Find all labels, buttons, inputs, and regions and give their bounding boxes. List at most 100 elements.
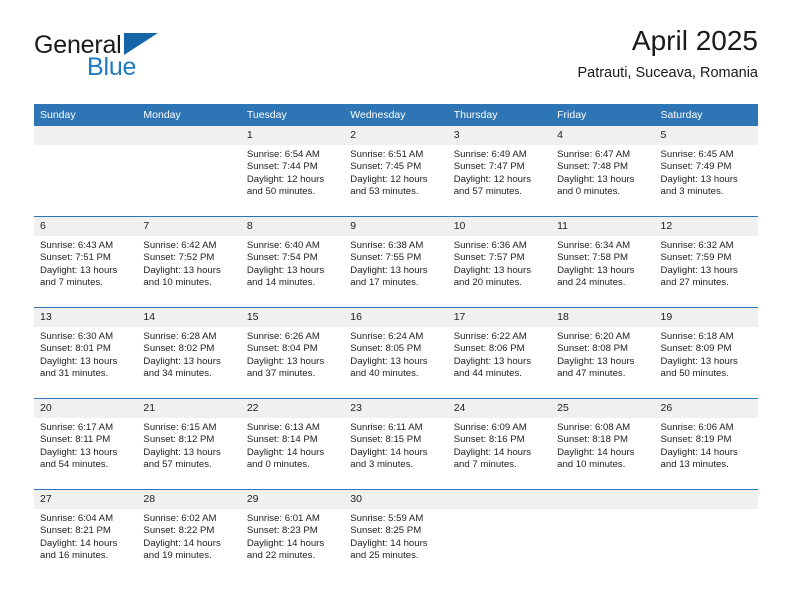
calendar-day-cell[interactable]: 21 Sunrise: 6:15 AM Sunset: 8:12 PM Dayligh… xyxy=(137,398,241,490)
day-number: 1 xyxy=(240,126,345,145)
daylight-line1-text: Daylight: 12 hours xyxy=(453,173,532,185)
day-cell-inner: 14 Sunrise: 6:28 AM Sunset: 8:02 PM Dayligh… xyxy=(137,308,241,398)
day-number: 27 xyxy=(34,490,138,509)
sunset-text: Sunset: 7:51 PM xyxy=(40,252,111,264)
daylight-line1-text: Daylight: 13 hours xyxy=(350,264,428,276)
sunset-text: Sunset: 8:14 PM xyxy=(246,434,318,446)
day-number: 25 xyxy=(551,399,655,418)
sunrise-text: Sunrise: 6:01 AM xyxy=(246,513,320,524)
daylight-line2-text: and 25 minutes. xyxy=(350,550,419,562)
sunset-text: Sunset: 7:45 PM xyxy=(350,161,422,173)
daylight-line2-text: and 0 minutes. xyxy=(246,459,310,471)
day-number: 7 xyxy=(137,217,241,236)
day-number: 11 xyxy=(551,217,655,236)
sunrise-text: Sunrise: 6:26 AM xyxy=(246,331,320,342)
calendar-week-row: 6 Sunrise: 6:43 AM Sunset: 7:51 PM Daylight… xyxy=(34,216,758,308)
general-blue-logo[interactable]: General Blue xyxy=(34,32,274,88)
calendar-day-cell[interactable]: 5 Sunrise: 6:45 AM Sunset: 7:49 PM Daylight… xyxy=(654,126,758,217)
sunset-text: Sunset: 8:12 PM xyxy=(143,434,215,446)
day-details: Sunrise: 6:49 AM Sunset: 7:47 PM Daylight:… xyxy=(448,145,551,199)
calendar-day-cell[interactable]: 18 Sunrise: 6:20 AM Sunset: 8:08 PM Dayligh… xyxy=(551,307,655,399)
weekday-header-sunday: Sunday xyxy=(34,104,138,126)
sunrise-text: Sunrise: 6:42 AM xyxy=(143,240,217,251)
calendar-day-cell[interactable]: 4 Sunrise: 6:47 AM Sunset: 7:48 PM Daylight… xyxy=(551,126,655,217)
daylight-line1-text: Daylight: 13 hours xyxy=(246,264,325,276)
daylight-line1-text: Daylight: 13 hours xyxy=(660,264,738,276)
calendar-day-cell[interactable]: 26 Sunrise: 6:06 AM Sunset: 8:19 PM Dayligh… xyxy=(654,398,758,490)
calendar-day-cell[interactable]: 27 Sunrise: 6:04 AM Sunset: 8:21 PM Dayligh… xyxy=(34,489,138,580)
day-number: 14 xyxy=(137,308,241,327)
daylight-line2-text: and 24 minutes. xyxy=(557,277,626,289)
calendar-day-cell[interactable]: 2 Sunrise: 6:51 AM Sunset: 7:45 PM Daylight… xyxy=(344,126,448,217)
calendar-day-cell-empty xyxy=(551,489,655,580)
daylight-line2-text: and 3 minutes. xyxy=(350,459,414,471)
calendar-day-cell[interactable]: 6 Sunrise: 6:43 AM Sunset: 7:51 PM Daylight… xyxy=(34,216,138,308)
daylight-line2-text: and 17 minutes. xyxy=(350,277,419,289)
calendar-day-cell[interactable]: 23 Sunrise: 6:11 AM Sunset: 8:15 PM Dayligh… xyxy=(344,398,448,490)
calendar-day-cell[interactable]: 8 Sunrise: 6:40 AM Sunset: 7:54 PM Daylight… xyxy=(240,216,345,308)
day-cell-inner: 28 Sunrise: 6:02 AM Sunset: 8:22 PM Dayligh… xyxy=(137,490,241,580)
day-cell-inner: 13 Sunrise: 6:30 AM Sunset: 8:01 PM Dayligh… xyxy=(34,308,138,398)
calendar-week-row: 27 Sunrise: 6:04 AM Sunset: 8:21 PM Dayligh… xyxy=(34,489,758,580)
calendar-week-row: 1 Sunrise: 6:54 AM Sunset: 7:44 PM Daylight… xyxy=(34,126,758,217)
day-number xyxy=(137,126,241,145)
daylight-line2-text: and 50 minutes. xyxy=(246,186,316,198)
calendar-day-cell[interactable]: 13 Sunrise: 6:30 AM Sunset: 8:01 PM Dayligh… xyxy=(34,307,138,399)
calendar-day-cell-empty xyxy=(34,126,138,217)
calendar-day-cell[interactable]: 19 Sunrise: 6:18 AM Sunset: 8:09 PM Dayligh… xyxy=(654,307,758,399)
day-details: Sunrise: 6:38 AM Sunset: 7:55 PM Daylight:… xyxy=(344,236,447,290)
day-cell-inner: 29 Sunrise: 6:01 AM Sunset: 8:23 PM Dayligh… xyxy=(240,490,345,580)
sunset-text: Sunset: 7:58 PM xyxy=(557,252,629,264)
sunset-text: Sunset: 8:05 PM xyxy=(350,343,422,355)
sunset-text: Sunset: 8:01 PM xyxy=(40,343,111,355)
calendar-day-cell[interactable]: 10 Sunrise: 6:36 AM Sunset: 7:57 PM Dayligh… xyxy=(447,216,552,308)
daylight-line1-text: Daylight: 13 hours xyxy=(557,264,635,276)
day-number: 3 xyxy=(447,126,552,145)
day-cell-inner: 12 Sunrise: 6:32 AM Sunset: 7:59 PM Dayligh… xyxy=(654,217,758,307)
calendar-day-cell[interactable]: 17 Sunrise: 6:22 AM Sunset: 8:06 PM Dayligh… xyxy=(447,307,552,399)
day-cell-inner xyxy=(137,126,241,216)
sunrise-text: Sunrise: 6:36 AM xyxy=(453,240,527,251)
calendar-day-cell[interactable]: 12 Sunrise: 6:32 AM Sunset: 7:59 PM Dayligh… xyxy=(654,216,758,308)
calendar-day-cell[interactable]: 7 Sunrise: 6:42 AM Sunset: 7:52 PM Daylight… xyxy=(137,216,241,308)
day-details: Sunrise: 6:45 AM Sunset: 7:49 PM Daylight:… xyxy=(655,145,758,199)
daylight-line2-text: and 50 minutes. xyxy=(660,368,729,380)
calendar-day-cell[interactable]: 28 Sunrise: 6:02 AM Sunset: 8:22 PM Dayligh… xyxy=(137,489,241,580)
day-number: 29 xyxy=(240,490,345,509)
day-details: Sunrise: 6:06 AM Sunset: 8:19 PM Daylight:… xyxy=(655,418,758,472)
sunrise-text: Sunrise: 6:40 AM xyxy=(246,240,320,251)
daylight-line1-text: Daylight: 14 hours xyxy=(350,537,428,549)
day-number xyxy=(447,490,552,509)
calendar-day-cell[interactable]: 11 Sunrise: 6:34 AM Sunset: 7:58 PM Dayligh… xyxy=(551,216,655,308)
calendar-day-cell[interactable]: 1 Sunrise: 6:54 AM Sunset: 7:44 PM Daylight… xyxy=(240,126,345,217)
day-number xyxy=(551,490,655,509)
calendar-day-cell[interactable]: 15 Sunrise: 6:26 AM Sunset: 8:04 PM Dayligh… xyxy=(240,307,345,399)
day-cell-inner xyxy=(447,490,552,580)
day-number: 15 xyxy=(240,308,345,327)
day-cell-inner: 10 Sunrise: 6:36 AM Sunset: 7:57 PM Dayligh… xyxy=(447,217,552,307)
daylight-line2-text: and 3 minutes. xyxy=(660,186,724,198)
calendar-day-cell[interactable]: 24 Sunrise: 6:09 AM Sunset: 8:16 PM Dayligh… xyxy=(447,398,552,490)
calendar-day-cell[interactable]: 9 Sunrise: 6:38 AM Sunset: 7:55 PM Daylight… xyxy=(344,216,448,308)
sunset-text: Sunset: 8:11 PM xyxy=(40,434,111,446)
calendar-day-cell[interactable]: 30 Sunrise: 5:59 AM Sunset: 8:25 PM Dayligh… xyxy=(344,489,448,580)
day-number: 23 xyxy=(344,399,448,418)
daylight-line2-text: and 19 minutes. xyxy=(143,550,212,562)
calendar-day-cell[interactable]: 20 Sunrise: 6:17 AM Sunset: 8:11 PM Dayligh… xyxy=(34,398,138,490)
sunrise-text: Sunrise: 6:20 AM xyxy=(557,331,631,342)
daylight-line2-text: and 27 minutes. xyxy=(660,277,729,289)
day-details: Sunrise: 6:43 AM Sunset: 7:51 PM Daylight:… xyxy=(34,236,137,290)
sunrise-text: Sunrise: 6:11 AM xyxy=(350,422,423,433)
calendar-day-cell[interactable]: 3 Sunrise: 6:49 AM Sunset: 7:47 PM Daylight… xyxy=(447,126,552,217)
weekday-header-tuesday: Tuesday xyxy=(240,104,345,126)
day-details: Sunrise: 6:47 AM Sunset: 7:48 PM Daylight:… xyxy=(551,145,654,199)
calendar-day-cell[interactable]: 29 Sunrise: 6:01 AM Sunset: 8:23 PM Dayligh… xyxy=(240,489,345,580)
calendar-day-cell[interactable]: 22 Sunrise: 6:13 AM Sunset: 8:14 PM Dayligh… xyxy=(240,398,345,490)
calendar-day-cell[interactable]: 14 Sunrise: 6:28 AM Sunset: 8:02 PM Dayligh… xyxy=(137,307,241,399)
day-number: 17 xyxy=(447,308,552,327)
calendar-day-cell[interactable]: 25 Sunrise: 6:08 AM Sunset: 8:18 PM Dayligh… xyxy=(551,398,655,490)
daylight-line1-text: Daylight: 14 hours xyxy=(40,537,118,549)
calendar-day-cell[interactable]: 16 Sunrise: 6:24 AM Sunset: 8:05 PM Dayligh… xyxy=(344,307,448,399)
sunset-text: Sunset: 7:52 PM xyxy=(143,252,215,264)
sunset-text: Sunset: 8:19 PM xyxy=(660,434,732,446)
